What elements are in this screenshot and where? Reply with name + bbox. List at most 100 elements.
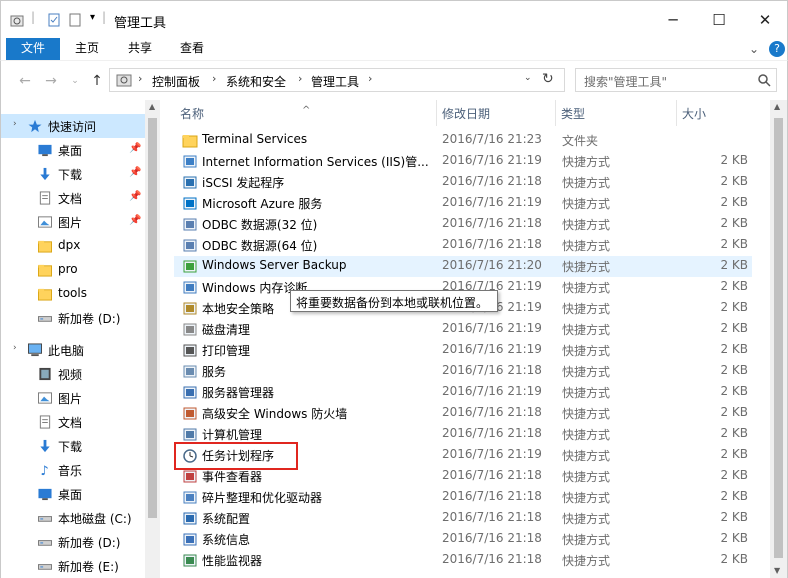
pin-icon[interactable]: 📌 xyxy=(129,191,141,202)
sidebar-item[interactable]: 新加卷 (D:) xyxy=(1,306,145,330)
file-date: 2016/7/16 21:18 xyxy=(442,426,542,440)
file-row[interactable]: Terminal Services 2016/7/16 21:23 文件夹 xyxy=(174,130,752,151)
tab-view[interactable]: 查看 xyxy=(172,38,212,60)
sidebar-item[interactable]: 新加卷 (E:) xyxy=(1,554,145,578)
tab-home[interactable]: 主页 xyxy=(67,38,107,60)
file-size: 2 KB xyxy=(720,342,748,356)
maximize-button[interactable]: ☐ xyxy=(696,1,742,39)
sidebar-item[interactable]: 图片 xyxy=(1,386,145,410)
breadcrumb-chevron-icon[interactable]: › xyxy=(138,72,142,85)
download-icon xyxy=(40,439,50,453)
sidebar-item[interactable]: › 此电脑 xyxy=(1,338,145,362)
breadcrumb-admin-tools[interactable]: 管理工具 xyxy=(311,73,359,90)
close-button[interactable]: ✕ xyxy=(742,1,788,39)
file-row[interactable]: Internet Information Services (IIS)管... 2… xyxy=(174,151,752,172)
forward-button[interactable]: → xyxy=(41,71,61,91)
file-row[interactable]: 碎片整理和优化驱动器 2016/7/16 21:18 快捷方式 2 KB xyxy=(174,487,752,508)
pin-icon[interactable]: 📌 xyxy=(129,215,141,226)
file-type: 快捷方式 xyxy=(562,239,611,253)
minimize-button[interactable]: ─ xyxy=(650,1,696,39)
expand-ribbon-icon[interactable]: ⌄ xyxy=(749,42,759,56)
file-row[interactable]: 系统信息 2016/7/16 21:18 快捷方式 2 KB xyxy=(174,529,752,550)
file-row[interactable]: 磁盘清理 2016/7/16 21:19 快捷方式 2 KB xyxy=(174,319,752,340)
refresh-icon[interactable]: ↻ xyxy=(542,71,554,87)
file-row[interactable]: 高级安全 Windows 防火墙 2016/7/16 21:18 快捷方式 2 KB xyxy=(174,403,752,424)
column-header-size[interactable]: 大小 xyxy=(682,105,706,122)
sidebar-item[interactable]: 图片 📌 xyxy=(1,210,145,234)
file-row[interactable]: Microsoft Azure 服务 2016/7/16 21:19 快捷方式 2 K… xyxy=(174,193,752,214)
sidebar-item[interactable]: pro xyxy=(1,258,145,282)
column-divider[interactable] xyxy=(555,100,556,126)
properties-icon[interactable] xyxy=(47,13,61,27)
nav-scrollbar[interactable]: ▲ xyxy=(145,100,160,578)
scroll-down-icon[interactable]: ▼ xyxy=(774,566,780,575)
file-date: 2016/7/16 21:18 xyxy=(442,489,542,503)
sidebar-item[interactable]: 视频 xyxy=(1,362,145,386)
file-row[interactable]: ODBC 数据源(32 位) 2016/7/16 21:18 快捷方式 2 KB xyxy=(174,214,752,235)
sidebar-item[interactable]: 下载 xyxy=(1,434,145,458)
scroll-up-icon[interactable]: ▲ xyxy=(774,102,780,111)
sidebar-item[interactable]: 新加卷 (D:) xyxy=(1,530,145,554)
sidebar-item[interactable]: 桌面 📌 xyxy=(1,138,145,162)
breadcrumb-chevron-icon[interactable]: › xyxy=(298,72,302,85)
breadcrumb-control-panel[interactable]: 控制面板 xyxy=(152,73,200,90)
file-list-scrollbar[interactable]: ▲ ▼ xyxy=(770,100,787,578)
tab-file[interactable]: 文件 xyxy=(6,38,60,60)
file-size: 2 KB xyxy=(720,300,748,314)
expand-chevron-icon[interactable]: › xyxy=(13,119,17,129)
breadcrumb-chevron-icon[interactable]: › xyxy=(212,72,216,85)
file-size: 2 KB xyxy=(720,489,748,503)
file-date: 2016/7/16 21:19 xyxy=(442,384,542,398)
expand-chevron-icon[interactable]: › xyxy=(13,343,17,353)
scroll-up-icon[interactable]: ▲ xyxy=(149,102,155,111)
file-row[interactable]: 打印管理 2016/7/16 21:19 快捷方式 2 KB xyxy=(174,340,752,361)
up-button[interactable]: ↑ xyxy=(87,71,107,91)
pin-icon[interactable]: 📌 xyxy=(129,143,141,154)
column-header-name[interactable]: 名称 xyxy=(180,105,204,122)
pin-icon[interactable]: 📌 xyxy=(129,167,141,178)
file-date: 2016/7/16 21:18 xyxy=(442,531,542,545)
back-button[interactable]: ← xyxy=(15,71,35,91)
search-input[interactable]: 搜索"管理工具" xyxy=(575,68,777,92)
file-type: 快捷方式 xyxy=(562,218,611,232)
breadcrumb-system-security[interactable]: 系统和安全 xyxy=(226,73,286,90)
recent-locations-icon[interactable]: ⌄ xyxy=(65,71,85,91)
customize-toolbar-icon[interactable]: ▾ xyxy=(90,12,95,23)
admin-tools-icon[interactable] xyxy=(10,13,24,27)
breadcrumb-chevron-icon[interactable]: › xyxy=(368,72,372,85)
sidebar-item[interactable]: 桌面 xyxy=(1,482,145,506)
address-bar[interactable]: › 控制面板 › 系统和安全 › 管理工具 › ⌄ ↻ xyxy=(109,68,565,92)
search-icon[interactable] xyxy=(758,74,771,87)
title-separator: | xyxy=(31,10,36,24)
file-row[interactable]: 性能监视器 2016/7/16 21:18 快捷方式 2 KB xyxy=(174,550,752,571)
column-divider[interactable] xyxy=(676,100,677,126)
column-divider[interactable] xyxy=(436,100,437,126)
sidebar-item[interactable]: tools xyxy=(1,282,145,306)
sidebar-item[interactable]: › 快速访问 xyxy=(1,114,145,138)
file-type: 快捷方式 xyxy=(562,302,611,316)
file-row[interactable]: 服务 2016/7/16 21:18 快捷方式 2 KB xyxy=(174,361,752,382)
nav-scrollbar-thumb[interactable] xyxy=(148,118,157,518)
computer-management-icon xyxy=(183,428,197,441)
column-header-date[interactable]: 修改日期 xyxy=(442,105,490,122)
file-row[interactable]: ODBC 数据源(64 位) 2016/7/16 21:18 快捷方式 2 KB xyxy=(174,235,752,256)
new-folder-icon[interactable] xyxy=(68,13,82,27)
sidebar-item[interactable]: 下载 📌 xyxy=(1,162,145,186)
sidebar-item[interactable]: 文档 📌 xyxy=(1,186,145,210)
file-list-scrollbar-thumb[interactable] xyxy=(774,118,783,558)
file-row[interactable]: 服务器管理器 2016/7/16 21:19 快捷方式 2 KB xyxy=(174,382,752,403)
folder-icon xyxy=(182,135,198,148)
sidebar-item[interactable]: 本地磁盘 (C:) xyxy=(1,506,145,530)
help-icon[interactable]: ? xyxy=(769,41,785,57)
file-row[interactable]: 系统配置 2016/7/16 21:18 快捷方式 2 KB xyxy=(174,508,752,529)
sidebar-item[interactable]: 文档 xyxy=(1,410,145,434)
file-row[interactable]: iSCSI 发起程序 2016/7/16 21:18 快捷方式 2 KB xyxy=(174,172,752,193)
sidebar-item[interactable]: ♪ 音乐 xyxy=(1,458,145,482)
address-dropdown-icon[interactable]: ⌄ xyxy=(524,73,532,83)
file-size: 2 KB xyxy=(720,363,748,377)
sidebar-item[interactable]: dpx xyxy=(1,234,145,258)
file-row[interactable]: Windows Server Backup 2016/7/16 21:20 快捷方式… xyxy=(174,256,752,277)
column-header-type[interactable]: 类型 xyxy=(561,105,585,122)
file-date: 2016/7/16 21:19 xyxy=(442,153,542,167)
tab-share[interactable]: 共享 xyxy=(120,38,160,60)
